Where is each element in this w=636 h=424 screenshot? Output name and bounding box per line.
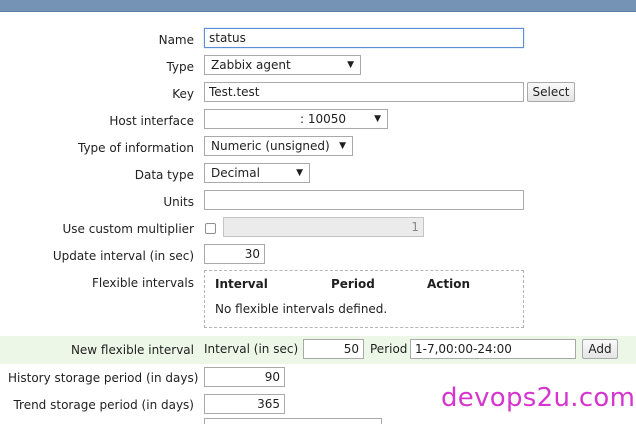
trend-storage-label: Trend storage period (in days)	[13, 398, 194, 412]
host-interface-select[interactable]: : 10050 ▼	[204, 109, 388, 129]
custom-multiplier-checkbox[interactable]	[205, 223, 216, 234]
chevron-down-icon: ▼	[347, 60, 354, 70]
empty-state-text: No flexible intervals defined.	[215, 302, 388, 316]
new-flexible-interval-label: New flexible interval	[70, 343, 194, 357]
key-input[interactable]: Test.test	[204, 82, 524, 102]
watermark-text: devops2u.com	[441, 383, 636, 413]
name-input[interactable]: status	[204, 28, 524, 48]
type-select-value: Zabbix agent	[211, 58, 291, 72]
type-of-information-value: Numeric (unsigned)	[211, 139, 330, 153]
select-key-button[interactable]: Select	[527, 82, 575, 102]
new-period-input[interactable]: 1-7,00:00-24:00	[410, 339, 576, 359]
type-of-information-select[interactable]: Numeric (unsigned) ▼	[204, 136, 353, 156]
data-type-value: Decimal	[211, 166, 260, 180]
type-select[interactable]: Zabbix agent ▼	[204, 55, 361, 75]
data-type-label: Data type	[134, 168, 194, 182]
type-of-information-label: Type of information	[77, 141, 194, 155]
next-row-select[interactable]	[204, 418, 382, 424]
add-flexible-interval-button[interactable]: Add	[582, 339, 618, 359]
units-label: Units	[163, 195, 194, 209]
history-storage-label: History storage period (in days)	[8, 371, 199, 385]
column-header-action: Action	[427, 277, 471, 291]
column-header-interval: Interval	[215, 277, 268, 291]
flexible-intervals-table: Interval Period Action No flexible inter…	[204, 270, 524, 328]
update-interval-input[interactable]: 30	[204, 244, 265, 264]
new-interval-input[interactable]: 50	[303, 339, 364, 359]
interval-sec-label: Interval (in sec)	[204, 342, 299, 356]
name-label: Name	[158, 33, 194, 47]
update-interval-label: Update interval (in sec)	[52, 249, 194, 263]
type-label: Type	[166, 60, 194, 74]
history-storage-input[interactable]: 90	[204, 367, 285, 387]
custom-multiplier-input[interactable]: 1	[223, 217, 424, 237]
trend-storage-input[interactable]: 365	[204, 394, 285, 414]
period-label: Period	[370, 342, 408, 356]
chevron-down-icon: ▼	[296, 168, 303, 178]
host-interface-label: Host interface	[109, 114, 194, 128]
host-interface-value: : 10050	[300, 112, 347, 126]
chevron-down-icon: ▼	[339, 141, 346, 151]
custom-multiplier-label: Use custom multiplier	[62, 222, 194, 236]
data-type-select[interactable]: Decimal ▼	[204, 163, 310, 183]
header-bar	[0, 0, 636, 12]
units-input[interactable]	[204, 190, 524, 210]
column-header-period: Period	[331, 277, 375, 291]
key-label: Key	[172, 87, 194, 101]
flexible-intervals-label: Flexible intervals	[92, 276, 194, 290]
chevron-down-icon: ▼	[374, 114, 381, 124]
